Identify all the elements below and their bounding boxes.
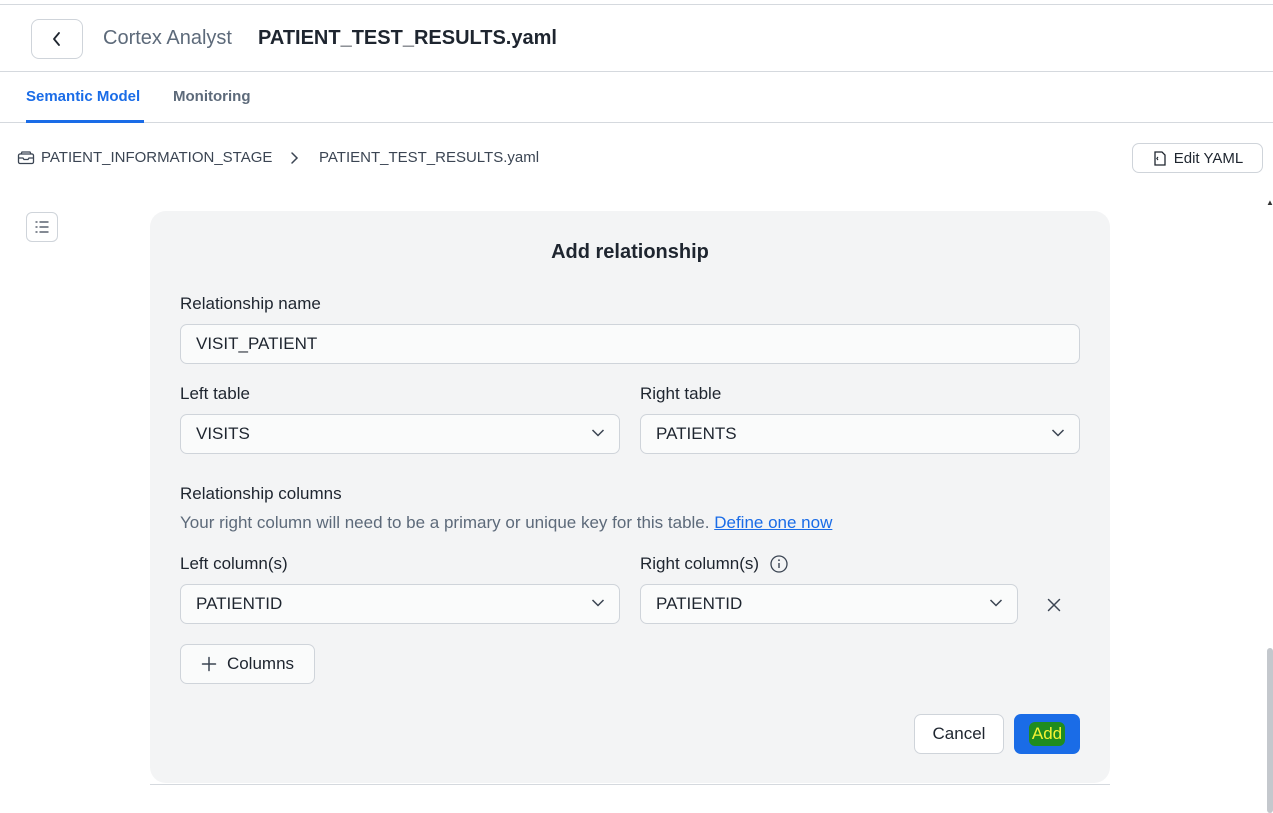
info-icon[interactable] [769, 554, 789, 574]
tab-bar: Semantic Model Monitoring [0, 72, 1273, 123]
left-column-value: PATIENTID [196, 594, 283, 613]
divider [150, 784, 1110, 785]
add-columns-label: Columns [226, 654, 295, 673]
dialog-title: Add relationship [551, 241, 709, 263]
breadcrumb-stage-label: PATIENT_INFORMATION_STAGE [41, 149, 273, 166]
right-columns-label: Right column(s) [640, 554, 760, 573]
stage-icon [17, 150, 35, 164]
left-columns-label: Left column(s) [180, 554, 288, 573]
chevron-down-icon [989, 599, 1003, 607]
chevron-right-icon [291, 152, 299, 164]
list-icon [35, 221, 49, 233]
chevron-down-icon [591, 429, 605, 437]
add-relationship-dialog: Add relationship Relationship name VISIT… [150, 211, 1110, 783]
define-key-link[interactable]: Define one now [714, 513, 832, 532]
add-columns-button[interactable]: Columns [180, 644, 315, 684]
helper-text: Your right column will need to be a prim… [180, 513, 832, 533]
left-column-select[interactable]: PATIENTID [180, 584, 620, 624]
outline-toggle-button[interactable] [26, 212, 58, 242]
app-name: Cortex Analyst [103, 27, 232, 49]
helper-text-body: Your right column will need to be a prim… [180, 513, 710, 532]
chevron-left-icon [53, 32, 60, 46]
add-button-label: Add [1028, 722, 1066, 746]
scrollbar-thumb[interactable] [1267, 648, 1273, 813]
scroll-up-arrow[interactable]: ▲ [1266, 198, 1273, 207]
relationship-columns-label: Relationship columns [180, 484, 342, 503]
chevron-down-icon [1051, 429, 1065, 437]
right-columns-label-group: Right column(s) [640, 554, 789, 574]
left-table-label: Left table [180, 384, 250, 403]
close-icon [1047, 598, 1061, 612]
right-column-value: PATIENTID [656, 594, 743, 613]
left-table-select[interactable]: VISITS [180, 414, 620, 454]
right-table-select[interactable]: PATIENTS [640, 414, 1080, 454]
back-button[interactable] [31, 19, 83, 59]
tab-semantic-model[interactable]: Semantic Model [26, 88, 140, 105]
edit-yaml-button[interactable]: Edit YAML [1132, 143, 1263, 173]
tab-monitoring[interactable]: Monitoring [173, 88, 250, 105]
relationship-name-label: Relationship name [180, 294, 321, 313]
breadcrumb-file: PATIENT_TEST_RESULTS.yaml [319, 149, 540, 166]
breadcrumb-stage[interactable]: PATIENT_INFORMATION_STAGE [17, 149, 272, 166]
right-table-value: PATIENTS [656, 424, 737, 443]
page-header: Cortex Analyst PATIENT_TEST_RESULTS.yaml [0, 5, 1273, 72]
cancel-button[interactable]: Cancel [914, 714, 1004, 754]
right-column-select[interactable]: PATIENTID [640, 584, 1018, 624]
plus-icon [201, 656, 217, 672]
relationship-name-input[interactable]: VISIT_PATIENT [180, 324, 1080, 364]
page-title: PATIENT_TEST_RESULTS.yaml [258, 27, 557, 49]
edit-yaml-label: Edit YAML [1173, 149, 1244, 167]
left-table-value: VISITS [196, 424, 250, 443]
active-tab-indicator [26, 120, 144, 123]
file-code-icon [1154, 150, 1166, 166]
remove-column-button[interactable] [1043, 594, 1065, 616]
chevron-down-icon [591, 599, 605, 607]
right-table-label: Right table [640, 384, 722, 403]
add-button[interactable]: Add [1014, 714, 1080, 754]
